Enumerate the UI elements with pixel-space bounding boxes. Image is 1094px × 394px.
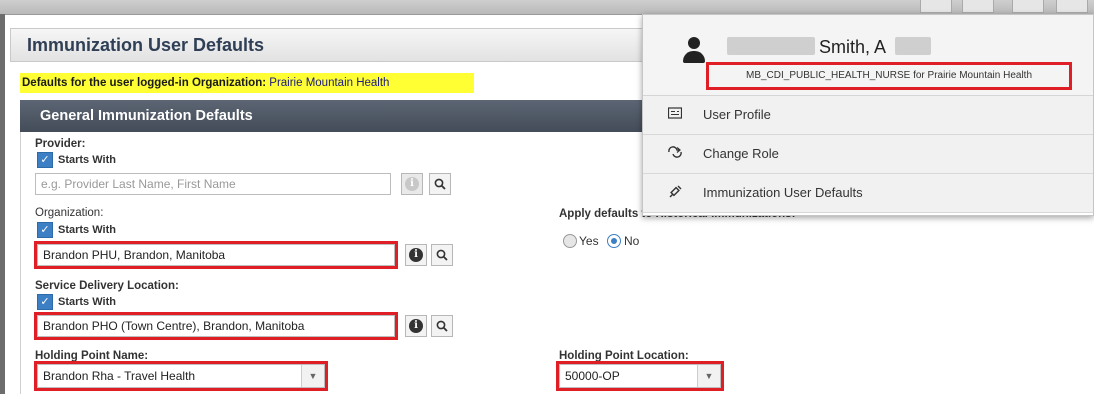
info-icon: i (405, 177, 419, 191)
menu-item-change-role[interactable]: Change Role (643, 135, 1093, 174)
toolbar-button[interactable] (1056, 0, 1088, 13)
historical-yes-radio[interactable] (563, 234, 577, 248)
user-role: MB_CDI_PUBLIC_HEALTH_NURSE for Prairie M… (706, 62, 1072, 90)
holding-point-location-label: Holding Point Location: (559, 350, 689, 362)
organization-input[interactable]: Brandon PHU, Brandon, Manitoba (34, 241, 398, 269)
id-card-icon (667, 107, 683, 121)
user-name: Smith, A (819, 37, 887, 57)
info-icon: i (409, 319, 423, 333)
holding-point-location-select[interactable]: 50000-OP ▼ (556, 361, 724, 391)
user-avatar-icon (683, 37, 705, 65)
toolbar-button[interactable] (1012, 0, 1044, 13)
sdl-label: Service Delivery Location: (35, 280, 179, 292)
sdl-input[interactable]: Brandon PHO (Town Centre), Brandon, Mani… (34, 312, 398, 340)
organization-starts-with-checkbox[interactable]: ✓ (37, 222, 53, 238)
menu-item-user-profile[interactable]: User Profile (643, 96, 1093, 135)
chevron-down-icon[interactable]: ▼ (697, 365, 720, 387)
defaults-notice-label: Defaults for the user logged-in Organiza… (22, 77, 267, 89)
toolbar-button[interactable] (920, 0, 952, 13)
menu-item-label: Immunization User Defaults (703, 185, 863, 200)
user-menu-header: Smith, A MB_CDI_PUBLIC_HEALTH_NURSE for … (643, 15, 1093, 96)
holding-point-name-select[interactable]: Brandon Rha - Travel Health ▼ (34, 361, 328, 391)
info-icon: i (409, 248, 423, 262)
organization-label: Organization: (35, 207, 104, 219)
search-icon (434, 178, 446, 190)
holding-point-location-value: 50000-OP (565, 369, 620, 383)
search-icon (436, 320, 448, 332)
historical-no-label: No (624, 234, 640, 248)
menu-item-label: Change Role (703, 146, 779, 161)
provider-search-button[interactable] (429, 173, 451, 195)
provider-input[interactable]: e.g. Provider Last Name, First Name (35, 173, 391, 195)
defaults-notice: Defaults for the user logged-in Organiza… (20, 73, 474, 93)
provider-info-button: i (401, 173, 423, 195)
holding-point-name-label: Holding Point Name: (35, 350, 149, 362)
provider-starts-with-checkbox[interactable]: ✓ (37, 152, 53, 168)
search-icon (436, 249, 448, 261)
provider-label: Provider: (35, 138, 86, 150)
menu-item-label: User Profile (703, 107, 771, 122)
holding-point-name-value: Brandon Rha - Travel Health (43, 369, 196, 383)
redacted-initial (895, 37, 931, 55)
organization-info-button[interactable]: i (405, 244, 427, 266)
toolbar-button[interactable] (962, 0, 994, 13)
sdl-starts-with-label: Starts With (58, 296, 116, 308)
syringe-icon (667, 185, 683, 199)
redacted-first-name (727, 37, 815, 55)
chevron-down-icon[interactable]: ▼ (301, 365, 324, 387)
top-toolbar-strip (0, 0, 1094, 15)
organization-search-button[interactable] (431, 244, 453, 266)
user-menu-dropdown: Smith, A MB_CDI_PUBLIC_HEALTH_NURSE for … (642, 14, 1094, 216)
historical-yes-label: Yes (579, 234, 599, 248)
defaults-notice-organization: Prairie Mountain Health (269, 77, 390, 89)
swap-arrows-icon (667, 146, 683, 160)
provider-starts-with-label: Starts With (58, 154, 116, 166)
sdl-search-button[interactable] (431, 315, 453, 337)
organization-starts-with-label: Starts With (58, 224, 116, 236)
menu-item-immunization-user-defaults[interactable]: Immunization User Defaults (643, 174, 1093, 213)
sdl-info-button[interactable]: i (405, 315, 427, 337)
historical-no-radio[interactable] (607, 234, 621, 248)
page-title: Immunization User Defaults (27, 35, 265, 55)
sdl-starts-with-checkbox[interactable]: ✓ (37, 294, 53, 310)
left-edge-bar (0, 14, 5, 394)
